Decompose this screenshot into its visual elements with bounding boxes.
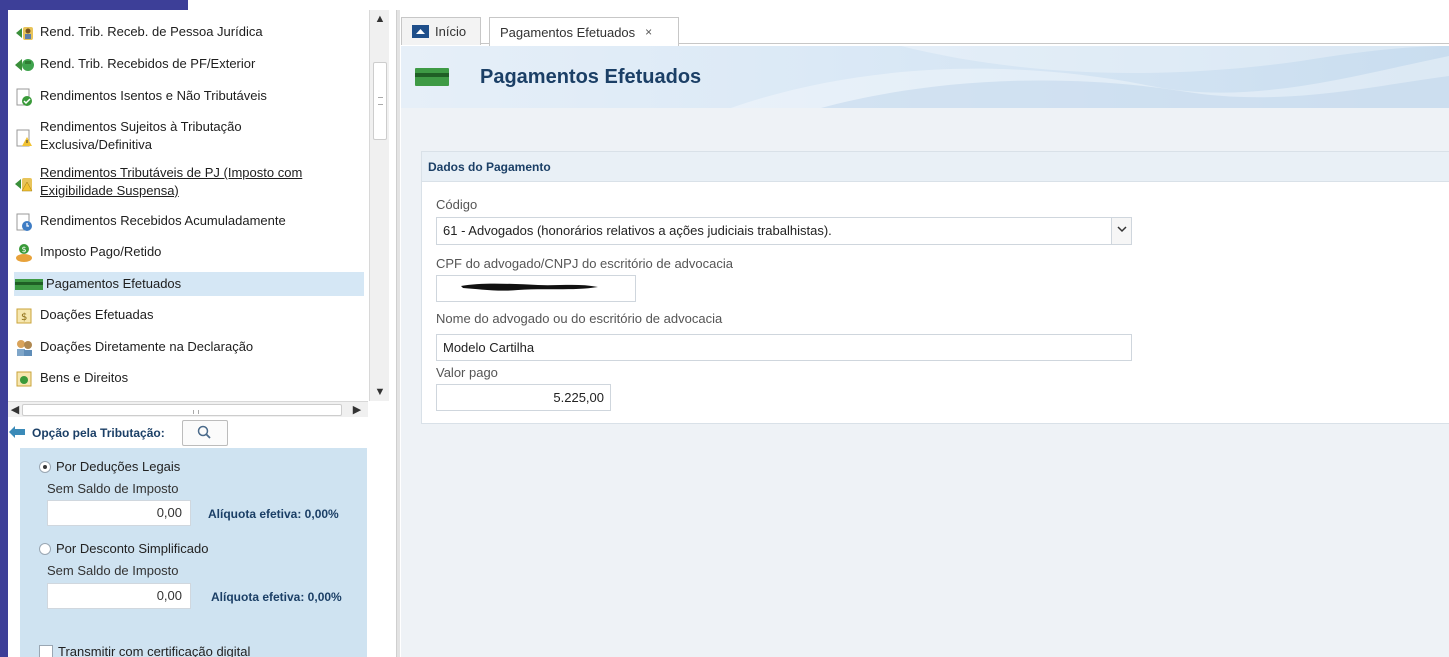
- radio-button[interactable]: [39, 542, 51, 555]
- checkbox[interactable]: [39, 644, 53, 657]
- scroll-thumb[interactable]: [373, 62, 387, 140]
- page-title: Pagamentos Efetuados: [480, 66, 702, 88]
- nav-item-label: Rend. Trib. Receb. de Pessoa Jurídica: [40, 24, 263, 39]
- scroll-down-icon[interactable]: ▼: [373, 385, 387, 399]
- cpf-field[interactable]: [436, 275, 636, 302]
- nav-item-rend-trib-pj[interactable]: Rend. Trib. Receb. de Pessoa Jurídica: [14, 23, 364, 43]
- nav-item-label: Pagamentos Efetuados: [46, 276, 182, 291]
- nav-item-label: Rendimentos Tributáveis de PJ (Imposto c…: [40, 165, 303, 198]
- nav-item-label: Rendimentos Sujeitos à Tributação Exclusi…: [40, 119, 242, 152]
- saldo-label: Sem Saldo de Imposto: [47, 563, 179, 578]
- nav-item-doacoes-declaracao[interactable]: Doações Diretamente na Declaração: [14, 338, 364, 358]
- tab-pagamentos-efetuados[interactable]: Pagamentos Efetuados ×: [489, 17, 679, 46]
- nav-item-label: Rendimentos Isentos e Não Tributáveis: [40, 88, 267, 103]
- money-bag-icon: [14, 369, 34, 389]
- nav-item-bens-direitos[interactable]: Bens e Direitos: [14, 369, 364, 389]
- hscroll-thumb[interactable]: [22, 404, 342, 416]
- page-header-banner: Pagamentos Efetuados: [401, 46, 1449, 108]
- nav-item-doacoes-efetuadas[interactable]: $ Doações Efetuadas: [14, 306, 364, 326]
- codigo-label: Código: [436, 197, 478, 212]
- navigation-tree: Rend. Trib. Receb. de Pessoa Jurídica Re…: [8, 10, 368, 401]
- donation-box-icon: $: [14, 306, 34, 326]
- money-person-icon: [14, 23, 34, 43]
- nav-item-pagamentos-efetuados[interactable]: Pagamentos Efetuados: [14, 272, 364, 296]
- nav-item-rendimentos-isentos[interactable]: Rendimentos Isentos e Não Tributáveis: [14, 87, 364, 107]
- nav-item-label: Imposto Pago/Retido: [40, 244, 162, 259]
- opcao-tributacao-header: Opção pela Tributação:: [8, 419, 368, 447]
- svg-text:$: $: [21, 312, 27, 323]
- tab-inicio[interactable]: Início: [401, 17, 481, 45]
- nav-item-label: Rend. Trib. Recebidos de PF/Exterior: [40, 56, 256, 71]
- nav-item-rend-trib-pf-exterior[interactable]: Rend. Trib. Recebidos de PF/Exterior: [14, 55, 364, 75]
- people-icon: [14, 338, 34, 358]
- tab-label: Início: [435, 24, 467, 39]
- nav-item-label: Doações Efetuadas: [40, 307, 154, 322]
- tab-bar: Início Pagamentos Efetuados ×: [401, 14, 1449, 46]
- scroll-right-icon[interactable]: ▶: [350, 402, 364, 418]
- dados-pagamento-panel: Dados do Pagamento Código 61 - Advogados…: [421, 151, 1449, 424]
- credit-card-icon: [14, 275, 44, 295]
- arrow-tax-icon: [8, 424, 26, 440]
- nav-item-rendimentos-sujeitos[interactable]: Rendimentos Sujeitos à Tributação Exclusi…: [14, 118, 364, 154]
- radio-label: Por Deduções Legais: [56, 459, 181, 474]
- codigo-select[interactable]: 61 - Advogados (honorários relativos a a…: [436, 217, 1132, 245]
- window-top-stripe: [0, 0, 188, 10]
- credit-card-icon: [415, 68, 449, 86]
- close-icon[interactable]: ×: [645, 25, 652, 39]
- valor-field[interactable]: 5.225,00: [436, 384, 611, 411]
- nav-item-rendimentos-acumulados[interactable]: Rendimentos Recebidos Acumuladamente: [14, 212, 364, 232]
- nome-label: Nome do advogado ou do escritório de adv…: [436, 311, 723, 326]
- nav-item-label: Bens e Direitos: [40, 370, 129, 385]
- document-green-icon: [14, 87, 34, 107]
- nav-item-imposto-pago[interactable]: $ Imposto Pago/Retido: [14, 243, 364, 263]
- radio-desconto-simplificado[interactable]: Por Desconto Simplificado: [39, 541, 208, 556]
- search-button[interactable]: [182, 420, 228, 446]
- tab-label: Pagamentos Efetuados: [500, 24, 636, 40]
- scroll-left-icon[interactable]: ◀: [8, 402, 22, 418]
- simplificado-value-field: 0,00: [47, 583, 191, 609]
- nome-field[interactable]: Modelo Cartilha: [436, 334, 1132, 361]
- nav-item-label: Doações Diretamente na Declaração: [40, 339, 254, 354]
- coin-person-icon: $: [14, 243, 34, 263]
- magnifier-icon: [197, 425, 211, 439]
- nav-vertical-scrollbar[interactable]: ▲ ▼: [369, 10, 389, 401]
- money-warning-icon: [14, 174, 34, 194]
- chevron-down-icon[interactable]: [1111, 218, 1131, 244]
- nav-horizontal-scrollbar[interactable]: ◀ ▶: [8, 401, 368, 417]
- scroll-up-icon[interactable]: ▲: [373, 12, 387, 26]
- panel-splitter[interactable]: [396, 10, 400, 657]
- cpf-label: CPF do advogado/CNPJ do escritório de ad…: [436, 256, 733, 271]
- document-clock-icon: [14, 212, 34, 232]
- checkbox-certificacao[interactable]: Transmitir com certificação digital: [39, 644, 250, 657]
- section-title: Dados do Pagamento: [428, 160, 551, 174]
- home-window-icon: [412, 25, 429, 38]
- opcao-title: Opção pela Tributação:: [32, 426, 165, 440]
- codigo-value: 61 - Advogados (honorários relativos a a…: [443, 223, 832, 238]
- app-window: Rend. Trib. Receb. de Pessoa Jurídica Re…: [0, 0, 1449, 657]
- checkbox-label: Transmitir com certificação digital: [58, 644, 251, 657]
- valor-label: Valor pago: [436, 365, 498, 380]
- svg-text:$: $: [22, 245, 27, 254]
- deducoes-value-field: 0,00: [47, 500, 191, 526]
- redaction-scribble: [461, 283, 598, 291]
- radio-button-selected[interactable]: [39, 460, 51, 473]
- nav-item-label: Rendimentos Recebidos Acumuladamente: [40, 213, 286, 228]
- window-edge-stripe: [0, 0, 8, 657]
- saldo-label: Sem Saldo de Imposto: [47, 481, 179, 496]
- aliquota-simplificado: Alíquota efetiva: 0,00%: [211, 590, 342, 604]
- arrow-globe-icon: [14, 55, 34, 75]
- opcao-tributacao-panel: Por Deduções Legais Sem Saldo de Imposto…: [20, 448, 367, 657]
- nav-item-rendimentos-pj-suspensa[interactable]: Rendimentos Tributáveis de PJ (Imposto c…: [14, 164, 364, 200]
- document-warning-icon: [14, 128, 34, 148]
- radio-label: Por Desconto Simplificado: [56, 541, 209, 556]
- radio-deducoes-legais[interactable]: Por Deduções Legais: [39, 459, 180, 474]
- section-header: Dados do Pagamento: [422, 152, 1449, 182]
- aliquota-deducoes: Alíquota efetiva: 0,00%: [208, 507, 339, 521]
